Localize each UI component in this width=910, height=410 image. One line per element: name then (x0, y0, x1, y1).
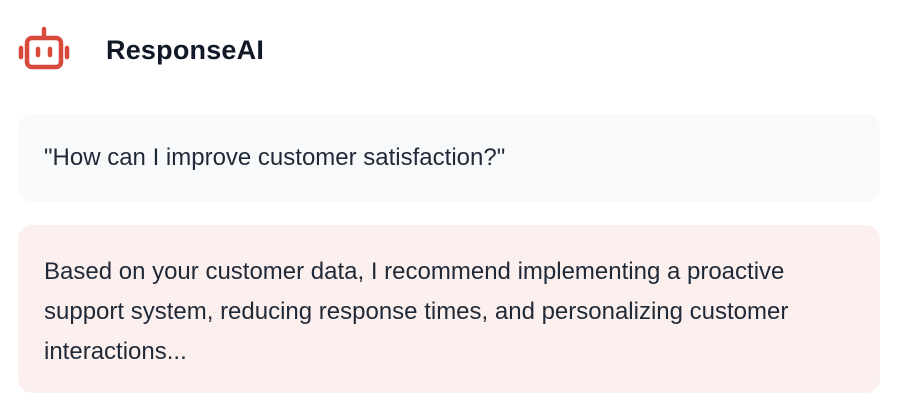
app-header: ResponseAI (18, 24, 264, 76)
robot-icon (18, 24, 78, 76)
ai-response-text: Based on your customer data, I recommend… (44, 258, 789, 365)
ai-response-bubble: Based on your customer data, I recommend… (18, 225, 880, 393)
app-title: ResponseAI (106, 34, 265, 65)
user-message-bubble: "How can I improve customer satisfaction… (18, 114, 880, 202)
user-message-text: "How can I improve customer satisfaction… (44, 144, 506, 171)
